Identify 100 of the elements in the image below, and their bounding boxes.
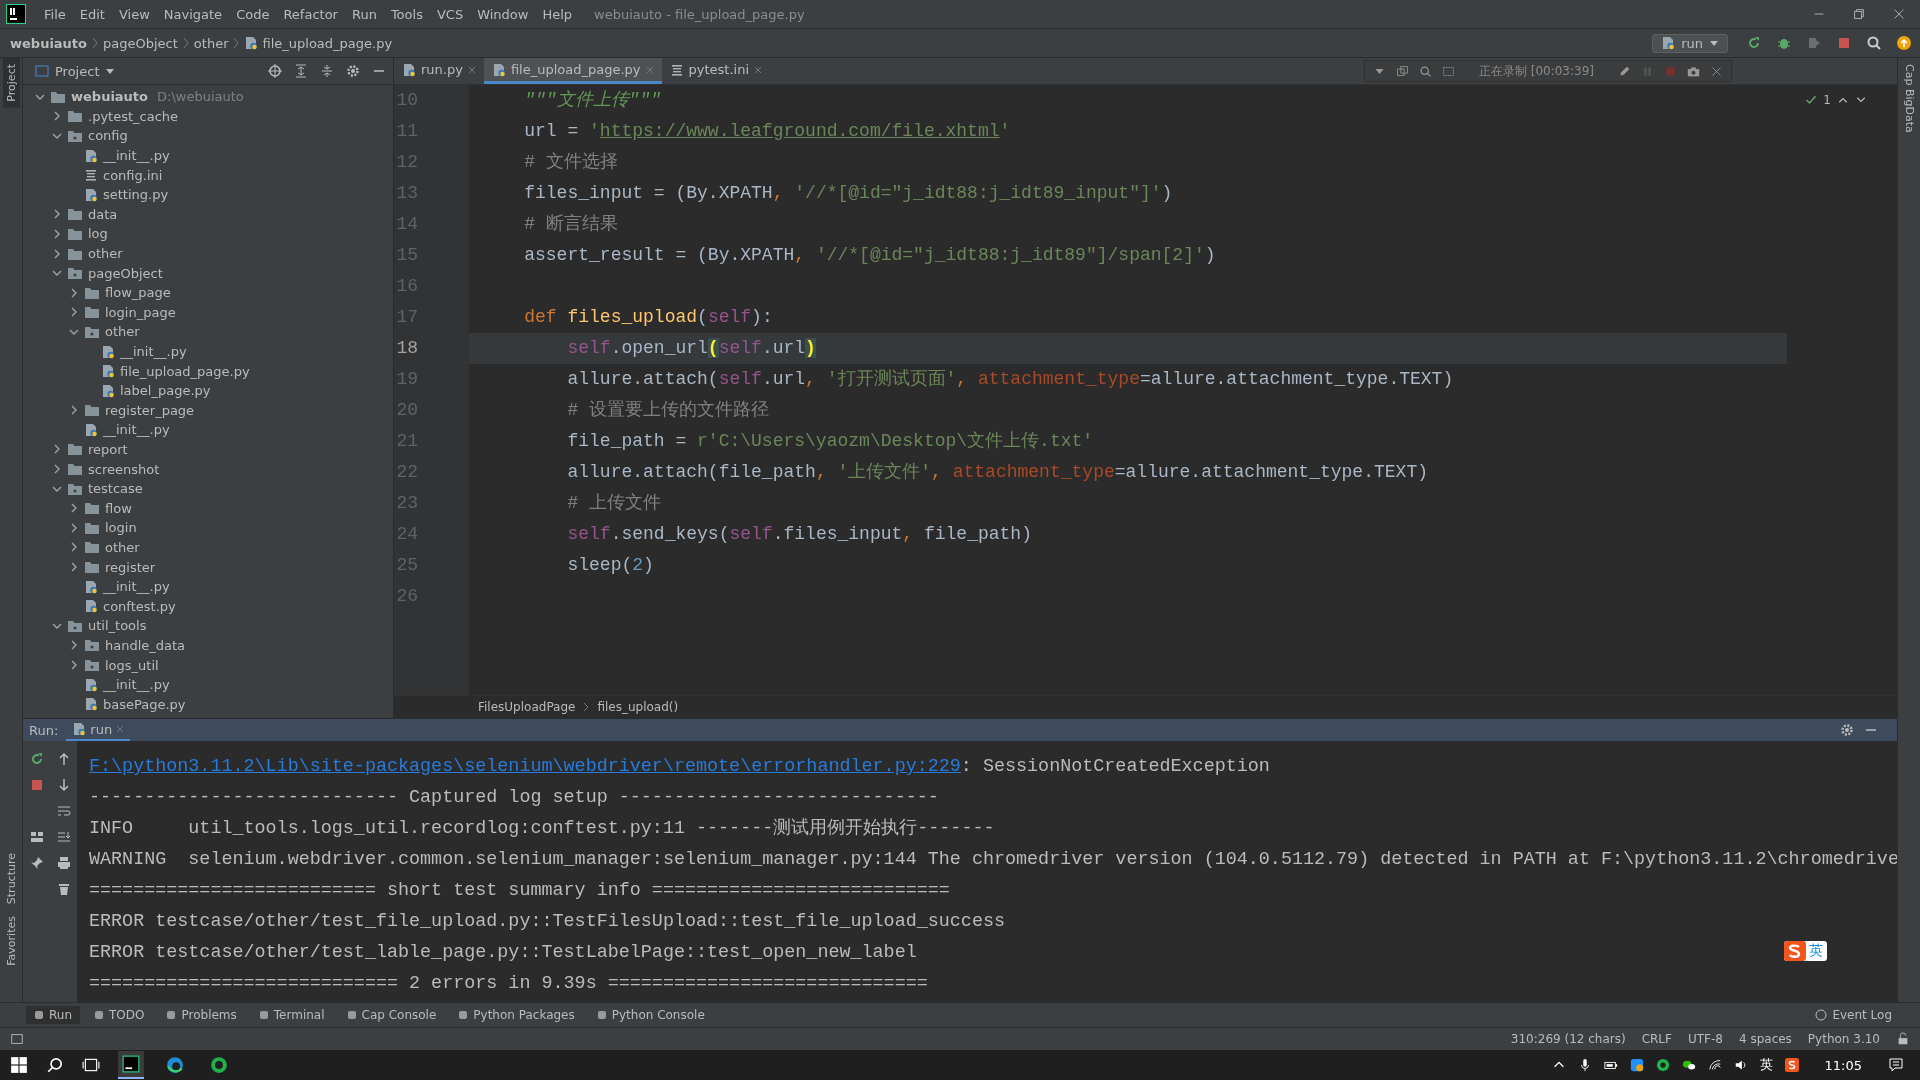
menu-item[interactable]: File — [38, 6, 72, 22]
close-icon[interactable] — [1710, 64, 1723, 78]
chevron-right-icon[interactable] — [69, 542, 79, 553]
status-item[interactable]: UTF-8 — [1687, 1032, 1723, 1046]
tool-tab[interactable]: Run — [26, 1006, 80, 1024]
message-app-icon[interactable] — [1681, 1058, 1696, 1072]
tree-item[interactable]: __init__.py — [103, 148, 170, 164]
tree-item[interactable]: __init__.py — [103, 579, 170, 595]
tree-item[interactable]: handle_data — [105, 637, 186, 653]
tree-item[interactable]: other — [88, 246, 123, 262]
tree-item[interactable]: setting.py — [103, 187, 169, 203]
chevron-down-icon[interactable] — [52, 131, 62, 141]
tool-tab[interactable]: Problems — [158, 1006, 245, 1024]
tree-item[interactable]: testcase — [88, 481, 143, 497]
menu-item[interactable]: View — [112, 6, 156, 22]
print-icon[interactable] — [55, 855, 72, 871]
tree-item[interactable]: login — [105, 520, 137, 536]
settings-icon[interactable] — [1839, 722, 1855, 738]
locate-icon[interactable] — [267, 63, 283, 79]
notification-icon[interactable] — [1888, 1057, 1904, 1073]
tool-tab[interactable]: Cap Console — [338, 1006, 445, 1024]
menu-item[interactable]: VCS — [430, 6, 470, 22]
status-item[interactable]: CRLF — [1641, 1032, 1672, 1046]
panel-toggle-icon[interactable] — [10, 1032, 24, 1046]
tree-item[interactable]: register — [105, 559, 156, 575]
menu-item[interactable]: Refactor — [277, 6, 344, 22]
browser-app-icon[interactable] — [166, 1056, 184, 1074]
chat-app-icon[interactable] — [210, 1056, 228, 1074]
tree-item[interactable]: webuiauto — [71, 89, 149, 105]
tree-item[interactable]: __init__.py — [103, 677, 170, 693]
search-icon[interactable] — [46, 1056, 64, 1074]
tree-item[interactable]: __init__.py — [120, 344, 187, 359]
tool-tab[interactable]: TODO — [86, 1006, 153, 1024]
tree-item[interactable]: logs_util — [105, 657, 159, 673]
chat-app-icon[interactable] — [1655, 1058, 1670, 1072]
status-item[interactable]: 4 spaces — [1738, 1032, 1792, 1046]
project-view-dropdown[interactable]: Project — [29, 62, 122, 80]
window-icon[interactable] — [1395, 64, 1409, 78]
menu-item[interactable]: Help — [536, 6, 579, 22]
status-item[interactable]: Python 3.10 — [1807, 1032, 1880, 1046]
tree-item[interactable]: label_page.py — [120, 383, 211, 399]
tree-item[interactable]: basePage.py — [103, 696, 186, 712]
chevron-right-icon[interactable] — [69, 287, 79, 298]
search-icon[interactable] — [1866, 35, 1882, 51]
wifi-icon[interactable] — [1707, 1058, 1722, 1072]
editor-tab[interactable]: file_upload_page.py — [483, 58, 662, 84]
tool-tab[interactable]: Python Console — [588, 1006, 713, 1024]
editor-tab[interactable]: run.py — [394, 58, 484, 84]
tree-item[interactable]: other — [105, 539, 140, 555]
tree-item[interactable]: report — [88, 442, 128, 457]
chevron-right-icon[interactable] — [69, 660, 79, 670]
chevron-right-icon[interactable] — [69, 640, 79, 651]
tree-item[interactable]: login_page — [105, 304, 176, 320]
ime-icon[interactable] — [1784, 1058, 1799, 1072]
close-icon[interactable] — [1892, 7, 1906, 21]
tree-item[interactable]: config — [88, 128, 128, 144]
breadcrumb-item[interactable]: pageObject — [103, 35, 178, 51]
tool-window-tab[interactable]: Favorites — [2, 910, 20, 972]
menu-item[interactable]: Code — [230, 6, 276, 22]
chevron-right-icon[interactable] — [69, 307, 79, 318]
chevron-right-icon[interactable] — [69, 562, 79, 573]
ime-badge[interactable]: 英 — [1784, 941, 1827, 961]
lock-icon[interactable] — [1896, 1032, 1910, 1046]
close-icon[interactable] — [467, 65, 476, 74]
tool-tab[interactable]: Python Packages — [450, 1006, 583, 1024]
tree-item[interactable]: flow_page — [105, 285, 171, 301]
chevron-right-icon[interactable] — [69, 405, 79, 416]
update-icon[interactable] — [1896, 35, 1912, 51]
stop-icon[interactable] — [1836, 35, 1852, 51]
tree-item[interactable]: data — [88, 206, 118, 222]
editor-tab[interactable]: pytest.ini — [661, 58, 771, 84]
tree-item[interactable]: screenshot — [88, 461, 160, 477]
clock[interactable]: 11:05 — [1824, 1057, 1862, 1073]
zoom-icon[interactable] — [1418, 64, 1432, 78]
run-config-dropdown[interactable]: run — [1652, 33, 1728, 53]
breadcrumb-item[interactable]: other — [193, 35, 229, 51]
tool-window-tab[interactable]: Cap BigData — [1900, 58, 1918, 139]
ide-app-icon[interactable] — [122, 1055, 140, 1073]
tree-item[interactable]: register_page — [105, 402, 195, 418]
tree-item[interactable]: pageObject — [88, 265, 163, 281]
tree-item[interactable]: __init__.py — [103, 422, 170, 438]
menu-item[interactable]: Tools — [384, 6, 429, 22]
tree-item[interactable]: file_upload_page.py — [120, 363, 250, 379]
chevron-right-icon[interactable] — [52, 228, 62, 239]
tool-window-tab[interactable]: Structure — [2, 847, 20, 911]
tree-item[interactable]: config.ini — [103, 167, 163, 183]
tree-item[interactable]: conftest.py — [103, 598, 176, 614]
rerun-icon[interactable] — [1746, 35, 1762, 51]
tool-tab[interactable]: Terminal — [250, 1006, 333, 1024]
scroll-end-icon[interactable] — [55, 829, 72, 845]
breadcrumb-item[interactable]: FilesUploadPage — [478, 700, 576, 714]
task-view-icon[interactable] — [82, 1056, 100, 1074]
status-item[interactable]: 310:269 (12 chars) — [1510, 1032, 1626, 1046]
layout-icon[interactable] — [28, 829, 45, 845]
breadcrumb-item[interactable]: files_upload() — [597, 700, 679, 714]
file-link[interactable]: F:\python3.11.2\Lib\site-packages\selenium\webdriver\remote\errorhandler.py:229 — [89, 756, 961, 777]
tree-item[interactable]: other — [105, 324, 140, 340]
volume-icon[interactable] — [1733, 1058, 1748, 1072]
menu-item[interactable]: Edit — [73, 6, 111, 22]
chevron-right-icon[interactable] — [69, 522, 79, 533]
